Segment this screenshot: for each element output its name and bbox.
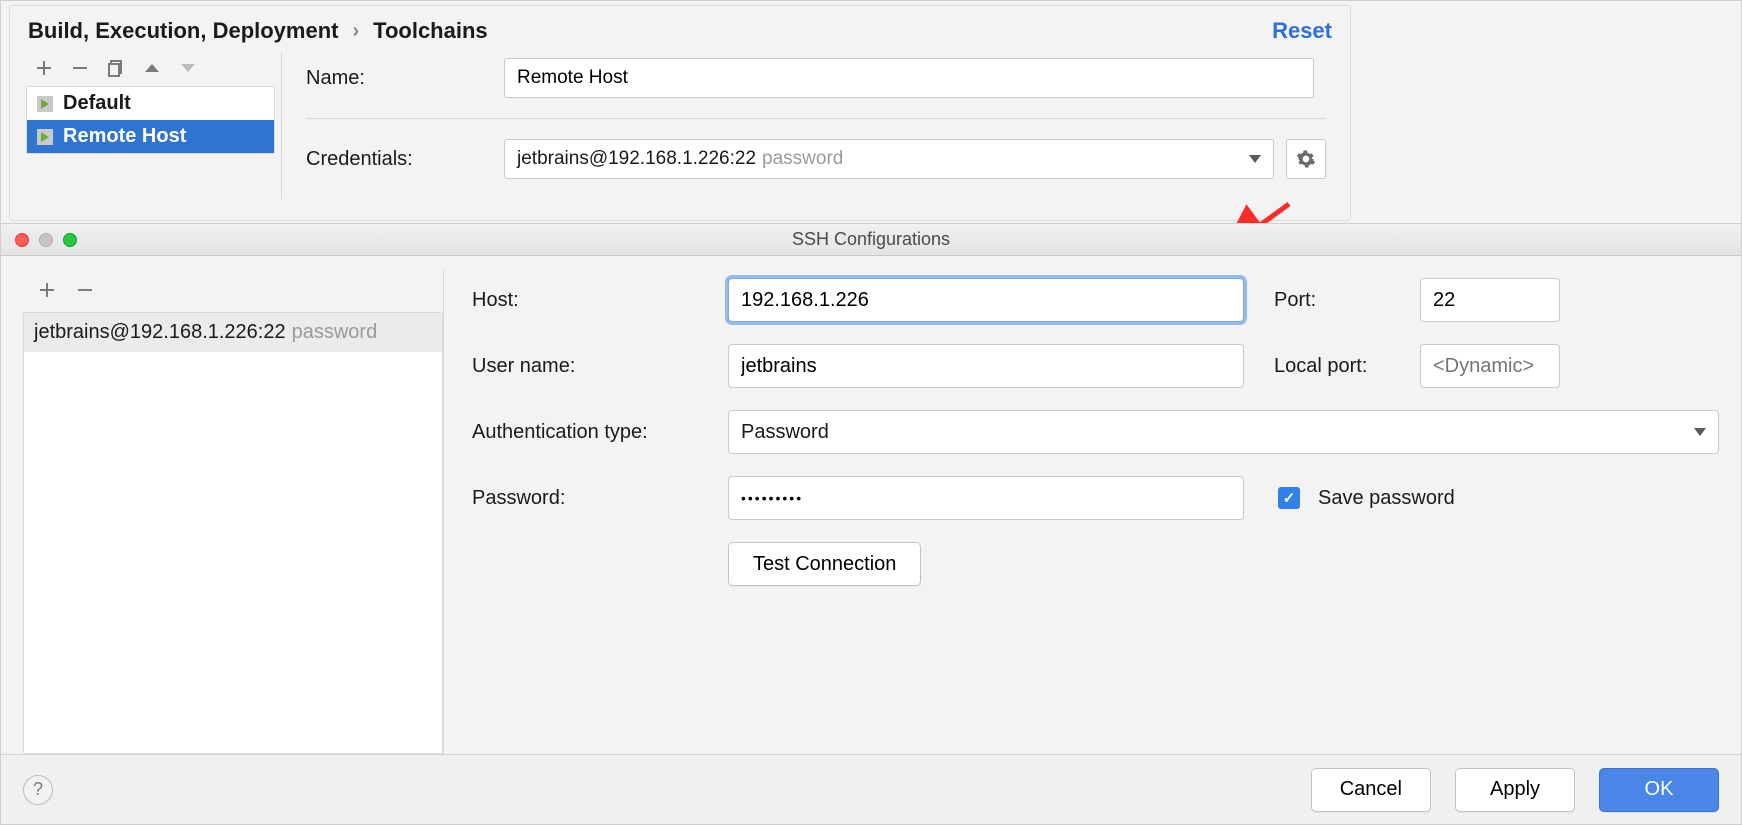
ssh-config-form: Host: Port: User name: Local port: Authe… — [444, 274, 1719, 754]
toolchain-item-default[interactable]: Default — [27, 87, 274, 120]
toolchain-toolbar — [20, 52, 275, 86]
credentials-label: Credentials: — [306, 148, 486, 171]
name-label: Name: — [306, 67, 486, 90]
move-up-icon[interactable] — [142, 58, 162, 78]
port-input[interactable] — [1420, 278, 1560, 322]
ssh-list-toolbar — [23, 274, 443, 312]
name-input[interactable] — [504, 58, 1314, 98]
reset-link[interactable]: Reset — [1272, 18, 1332, 44]
chevron-down-icon — [1694, 428, 1706, 436]
move-down-icon[interactable] — [178, 58, 198, 78]
test-connection-button[interactable]: Test Connection — [728, 542, 921, 586]
credentials-dropdown[interactable]: jetbrains@192.168.1.226:22 password — [504, 139, 1274, 179]
toolchain-icon — [37, 129, 53, 145]
auth-type-dropdown[interactable]: Password — [728, 410, 1719, 454]
password-label: Password: — [472, 487, 710, 510]
ok-button[interactable]: OK — [1599, 768, 1719, 812]
save-password-label: Save password — [1318, 487, 1455, 510]
toolchain-item-label: Remote Host — [63, 125, 186, 148]
port-label: Port: — [1262, 289, 1402, 312]
help-icon: ? — [33, 779, 43, 800]
username-label: User name: — [472, 355, 710, 378]
auth-type-label: Authentication type: — [472, 421, 710, 444]
local-port-label: Local port: — [1262, 355, 1402, 378]
ssh-config-item-label: jetbrains@192.168.1.226:22 — [34, 321, 286, 344]
gear-icon — [1296, 149, 1316, 169]
credentials-value: jetbrains@192.168.1.226:22 — [517, 148, 756, 170]
breadcrumb-separator-icon: › — [352, 20, 359, 43]
local-port-input[interactable] — [1420, 344, 1560, 388]
remove-icon[interactable] — [70, 58, 90, 78]
password-input[interactable] — [728, 476, 1244, 520]
credentials-hint: password — [762, 148, 843, 170]
toolchain-list-panel: Default Remote Host — [20, 52, 282, 199]
remove-icon[interactable] — [75, 280, 95, 300]
dialog-title: SSH Configurations — [1, 229, 1741, 250]
add-icon[interactable] — [37, 280, 57, 300]
auth-type-value: Password — [741, 421, 829, 444]
help-button[interactable]: ? — [23, 775, 53, 805]
apply-button[interactable]: Apply — [1455, 768, 1575, 812]
dialog-titlebar: SSH Configurations — [1, 224, 1741, 256]
toolchain-item-remote-host[interactable]: Remote Host — [27, 120, 274, 153]
ssh-config-list-panel: jetbrains@192.168.1.226:22 password — [23, 274, 443, 754]
ssh-config-item[interactable]: jetbrains@192.168.1.226:22 password — [24, 313, 442, 352]
toolchain-item-label: Default — [63, 92, 131, 115]
toolchain-list: Default Remote Host — [26, 86, 275, 154]
username-input[interactable] — [728, 344, 1244, 388]
ssh-configurations-dialog: SSH Configurations jetbrains@192.168.1.2… — [1, 223, 1741, 824]
breadcrumb-root[interactable]: Build, Execution, Deployment — [28, 18, 338, 44]
host-input[interactable] — [728, 278, 1244, 322]
credentials-settings-button[interactable] — [1286, 139, 1326, 179]
ssh-config-item-hint: password — [292, 321, 378, 344]
save-password-checkbox[interactable]: ✓ — [1278, 487, 1300, 509]
dialog-footer: ? Cancel Apply OK — [1, 754, 1741, 824]
chevron-down-icon — [1249, 155, 1261, 163]
breadcrumb-leaf: Toolchains — [373, 18, 488, 44]
settings-top-panel: Build, Execution, Deployment › Toolchain… — [9, 5, 1351, 221]
ssh-config-list: jetbrains@192.168.1.226:22 password — [23, 312, 443, 754]
add-icon[interactable] — [34, 58, 54, 78]
toolchain-form: Name: Credentials: jetbrains@192.168.1.2… — [282, 52, 1350, 199]
copy-icon[interactable] — [106, 58, 126, 78]
breadcrumb: Build, Execution, Deployment › Toolchain… — [28, 18, 488, 44]
host-label: Host: — [472, 289, 710, 312]
cancel-button[interactable]: Cancel — [1311, 768, 1431, 812]
toolchain-icon — [37, 96, 53, 112]
